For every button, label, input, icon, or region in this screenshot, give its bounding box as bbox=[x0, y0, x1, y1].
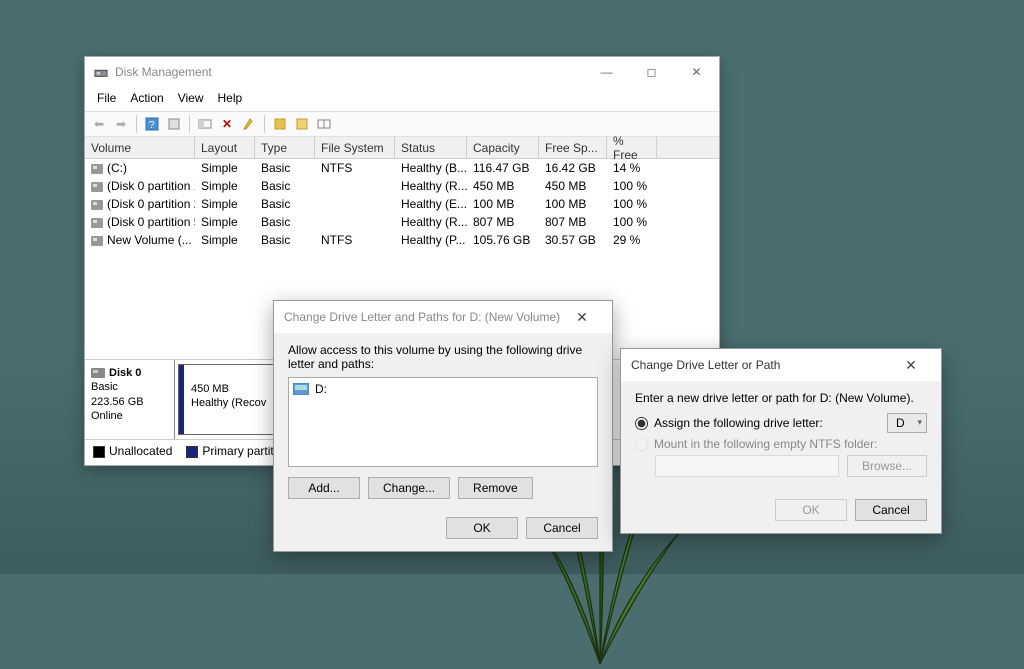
legend-unallocated: Unallocated bbox=[109, 444, 172, 458]
change-paths-dialog: Change Drive Letter and Paths for D: (Ne… bbox=[273, 300, 613, 552]
table-row[interactable]: (Disk 0 partition 1)SimpleBasicHealthy (… bbox=[85, 177, 719, 195]
back-button[interactable]: ⬅ bbox=[89, 114, 109, 134]
mount-path-input bbox=[655, 455, 839, 477]
menu-help[interactable]: Help bbox=[212, 89, 249, 107]
ok-button: OK bbox=[775, 499, 847, 521]
ok-button[interactable]: OK bbox=[446, 517, 518, 539]
forward-button[interactable]: ➡ bbox=[111, 114, 131, 134]
minimize-button[interactable]: — bbox=[584, 57, 629, 87]
toolbar-icon-7[interactable] bbox=[292, 114, 312, 134]
toolbar-icon-8[interactable] bbox=[314, 114, 334, 134]
drive-letter-select[interactable]: D bbox=[887, 413, 927, 433]
radio-assign[interactable] bbox=[635, 417, 648, 430]
dlg2-close-button[interactable]: ✕ bbox=[891, 357, 931, 374]
col-pct[interactable]: % Free bbox=[607, 137, 657, 158]
remove-button[interactable]: Remove bbox=[458, 477, 533, 499]
paths-listbox[interactable]: D: bbox=[288, 377, 598, 467]
radio-mount-label: Mount in the following empty NTFS folder… bbox=[654, 437, 877, 451]
menu-action[interactable]: Action bbox=[124, 89, 169, 107]
assign-letter-radio[interactable]: Assign the following drive letter: D bbox=[635, 413, 927, 433]
path-item[interactable]: D: bbox=[293, 382, 593, 396]
volume-list-header: Volume Layout Type File System Status Ca… bbox=[85, 137, 719, 159]
table-row[interactable]: (Disk 0 partition 5)SimpleBasicHealthy (… bbox=[85, 213, 719, 231]
main-titlebar[interactable]: Disk Management — ◻ ✕ bbox=[85, 57, 719, 87]
dlg1-titlebar[interactable]: Change Drive Letter and Paths for D: (Ne… bbox=[274, 301, 612, 333]
dlg2-titlebar[interactable]: Change Drive Letter or Path ✕ bbox=[621, 349, 941, 381]
toolbar-icon-2[interactable] bbox=[164, 114, 184, 134]
maximize-button[interactable]: ◻ bbox=[629, 57, 674, 87]
col-free[interactable]: Free Sp... bbox=[539, 137, 607, 158]
radio-mount[interactable] bbox=[635, 438, 648, 451]
window-title: Disk Management bbox=[115, 65, 584, 79]
col-volume[interactable]: Volume bbox=[85, 137, 195, 158]
dlg1-close-button[interactable]: ✕ bbox=[562, 309, 602, 326]
disk-type: Basic bbox=[91, 380, 168, 394]
table-row[interactable]: (C:)SimpleBasicNTFSHealthy (B...116.47 G… bbox=[85, 159, 719, 177]
col-capacity[interactable]: Capacity bbox=[467, 137, 539, 158]
menu-view[interactable]: View bbox=[172, 89, 210, 107]
col-status[interactable]: Status bbox=[395, 137, 467, 158]
dlg2-prompt: Enter a new drive letter or path for D: … bbox=[635, 391, 927, 405]
radio-assign-label: Assign the following drive letter: bbox=[654, 416, 881, 430]
mount-folder-radio[interactable]: Mount in the following empty NTFS folder… bbox=[635, 437, 927, 451]
dlg2-title: Change Drive Letter or Path bbox=[631, 358, 780, 372]
change-letter-dialog: Change Drive Letter or Path ✕ Enter a ne… bbox=[620, 348, 942, 534]
menu-file[interactable]: File bbox=[91, 89, 122, 107]
toolbar-icon-3[interactable] bbox=[195, 114, 215, 134]
partition-block[interactable]: 450 MB Healthy (Recov bbox=[178, 364, 276, 435]
toolbar-icon-6[interactable] bbox=[270, 114, 290, 134]
dlg1-prompt: Allow access to this volume by using the… bbox=[288, 343, 598, 371]
menu-bar: File Action View Help bbox=[85, 87, 719, 111]
col-layout[interactable]: Layout bbox=[195, 137, 255, 158]
refresh-icon[interactable]: ? bbox=[142, 114, 162, 134]
disk-info[interactable]: Disk 0 Basic 223.56 GB Online bbox=[85, 360, 175, 439]
svg-text:?: ? bbox=[149, 120, 155, 131]
cancel-button[interactable]: Cancel bbox=[855, 499, 927, 521]
cancel-button[interactable]: Cancel bbox=[526, 517, 598, 539]
disk-status: Online bbox=[91, 409, 168, 423]
close-button[interactable]: ✕ bbox=[674, 57, 719, 87]
delete-icon[interactable]: ✕ bbox=[217, 114, 237, 134]
dlg1-title: Change Drive Letter and Paths for D: (Ne… bbox=[284, 310, 560, 324]
disk-mgmt-icon bbox=[93, 64, 109, 80]
path-label: D: bbox=[315, 382, 327, 396]
add-button[interactable]: Add... bbox=[288, 477, 360, 499]
col-type[interactable]: Type bbox=[255, 137, 315, 158]
browse-button: Browse... bbox=[847, 455, 927, 477]
table-row[interactable]: (Disk 0 partition 2)SimpleBasicHealthy (… bbox=[85, 195, 719, 213]
disk-size: 223.56 GB bbox=[91, 395, 168, 409]
toolbar-icon-5[interactable] bbox=[239, 114, 259, 134]
drive-icon bbox=[293, 383, 309, 395]
change-button[interactable]: Change... bbox=[368, 477, 450, 499]
table-row[interactable]: New Volume (...SimpleBasicNTFSHealthy (P… bbox=[85, 231, 719, 249]
col-fs[interactable]: File System bbox=[315, 137, 395, 158]
disk-name: Disk 0 bbox=[109, 366, 141, 380]
